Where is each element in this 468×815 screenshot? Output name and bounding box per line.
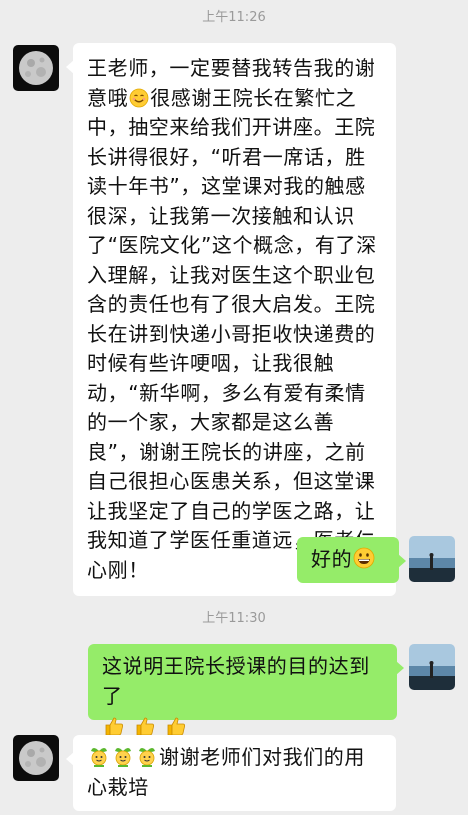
message-bubble-sent[interactable]: 这说明王院长授课的目的达到了: [88, 644, 404, 736]
grinning-face-emoji-icon: [353, 547, 375, 569]
message-text: 很感谢王院长在繁忙之中，抽空来给我们开讲座。王院长讲得很好，“听君一席话，胜读十…: [87, 85, 377, 582]
sprout-face-emoji-icon: [136, 745, 158, 767]
contact-avatar-moon[interactable]: [13, 45, 59, 91]
sprout-face-emoji-icon: [88, 745, 110, 767]
message-text: 这说明王院长授课的目的达到了: [102, 654, 370, 708]
moon-avatar-image: [13, 735, 59, 781]
timestamp: 上午11:30: [202, 611, 266, 626]
my-avatar-beach[interactable]: [409, 536, 455, 582]
sprout-face-emoji-icon: [112, 745, 134, 767]
smiling-face-emoji-icon: [129, 88, 149, 108]
beach-avatar-image: [409, 644, 455, 690]
beach-avatar-image: [409, 536, 455, 582]
thumbs-up-emoji-icon: [103, 715, 125, 737]
message-bubble-sent[interactable]: 好的: [297, 537, 406, 583]
message-bubble-received[interactable]: 谢谢老师们对我们的用心栽培: [66, 735, 396, 811]
my-avatar-beach[interactable]: [409, 644, 455, 690]
message-bubble-received[interactable]: 王老师，一定要替我转告我的谢意哦 很感谢王院长在繁忙之中，抽空来给我们开讲座。王院…: [66, 43, 396, 596]
message-text: 好的: [311, 547, 353, 571]
thumbs-up-emoji-icon: [165, 715, 187, 737]
thumbs-up-emoji-icon: [134, 715, 156, 737]
timestamp: 上午11:26: [202, 10, 266, 25]
moon-avatar-image: [13, 45, 59, 91]
contact-avatar-moon[interactable]: [13, 735, 59, 781]
